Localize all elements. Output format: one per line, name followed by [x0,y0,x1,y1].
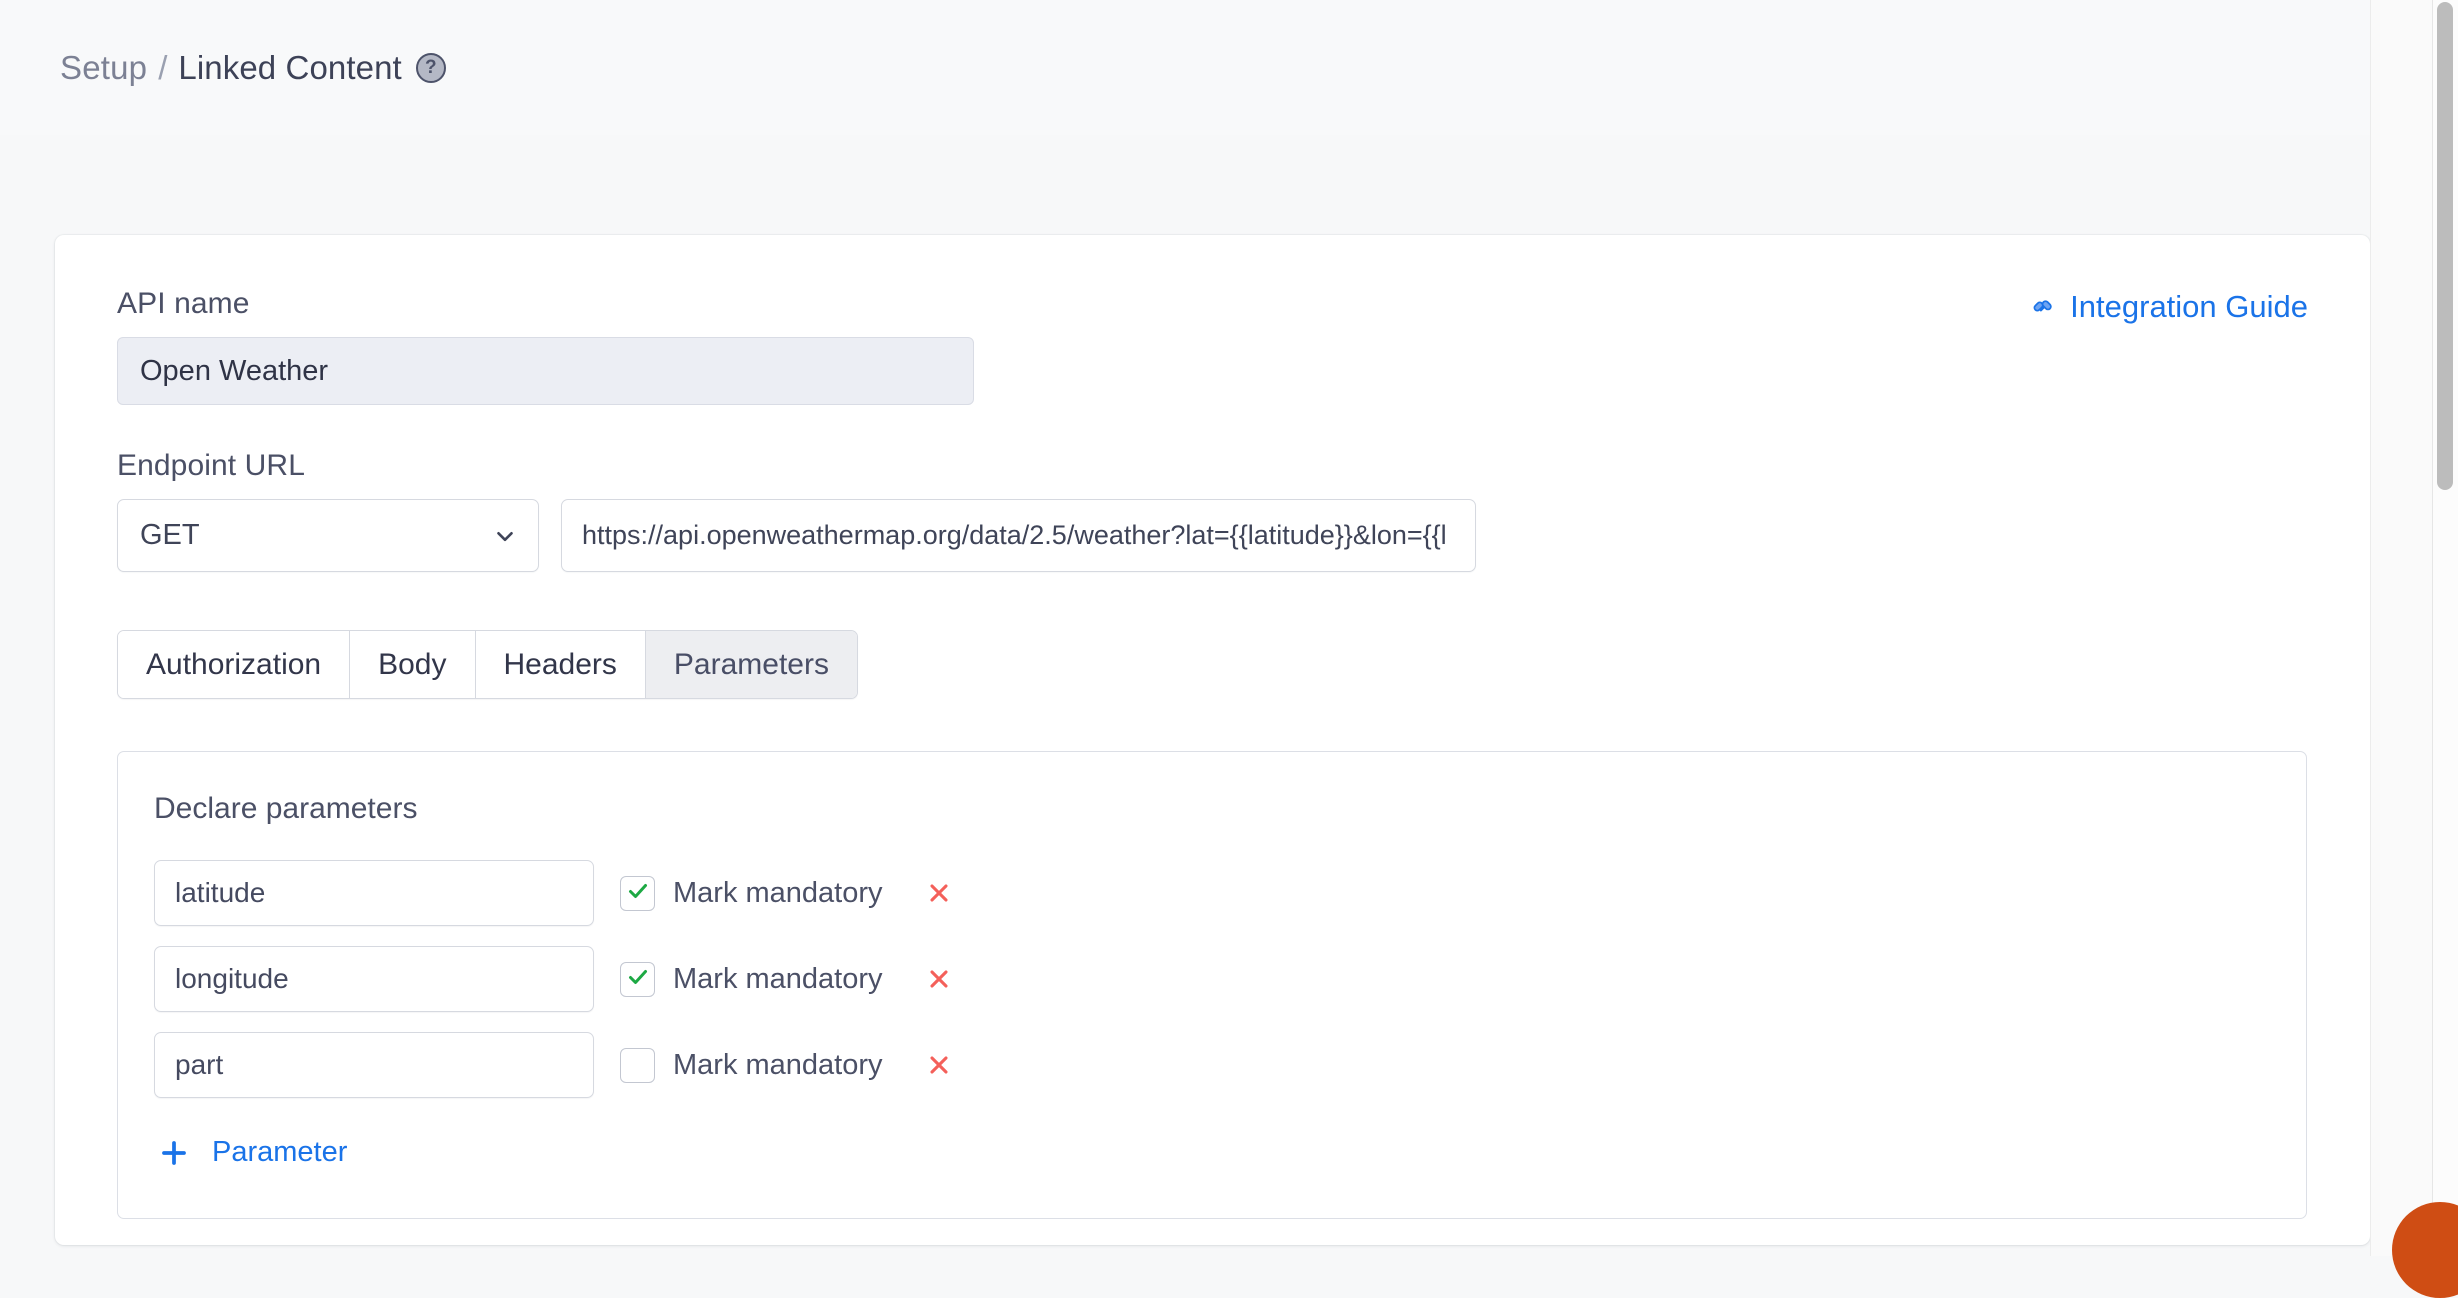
delete-parameter-button[interactable] [919,873,959,913]
mark-mandatory-label: Mark mandatory [673,1048,883,1081]
vertical-scrollbar[interactable] [2432,0,2458,1256]
breadcrumb-item-setup[interactable]: Setup [60,51,147,84]
plus-icon [158,1137,190,1169]
page-title: Linked Content [178,49,402,86]
parameter-name-input[interactable]: latitude [154,860,594,926]
breadcrumb: Setup / Linked Content ? [60,51,446,84]
mark-mandatory-checkbox[interactable] [620,875,655,911]
mark-mandatory-checkbox[interactable] [620,1047,655,1083]
mandatory-group: Mark mandatory [620,873,959,913]
request-config-tabs: Authorization Body Headers Parameters [117,630,858,699]
parameter-row: longitude Mark mandatory [154,946,2270,1012]
http-method-value: GET [140,519,200,551]
tab-headers[interactable]: Headers [475,631,646,698]
close-x-icon [929,970,948,988]
breadcrumb-separator: / [158,49,168,86]
api-name-input[interactable]: Open Weather [117,337,974,405]
delete-parameter-button[interactable] [919,1045,959,1085]
integration-guide-label: Integration Guide [2070,289,2308,324]
integration-guide-link[interactable]: Integration Guide [2029,289,2308,325]
help-icon[interactable]: ? [415,52,446,83]
mark-mandatory-label: Mark mandatory [673,962,883,995]
api-name-field-group: API name Open Weather [117,287,974,405]
endpoint-row: GET https://api.openweathermap.org/data/… [117,499,2308,572]
parameter-row: part Mark mandatory [154,1032,2270,1098]
parameter-row: latitude Mark mandatory [154,860,2270,926]
close-x-icon [929,884,948,902]
mandatory-group: Mark mandatory [620,959,959,999]
chevron-down-icon [492,523,518,549]
endpoint-url-label: Endpoint URL [117,449,305,482]
api-name-row: API name Open Weather Integration Guide [117,287,2308,405]
api-name-label: API name [117,287,250,320]
mark-mandatory-label: Mark mandatory [673,876,883,909]
http-method-select[interactable]: GET [117,499,539,572]
chain-link-icon [2029,292,2059,322]
tab-body[interactable]: Body [350,631,476,698]
parameter-name-input[interactable]: longitude [154,946,594,1012]
parameter-name-input[interactable]: part [154,1032,594,1098]
page-right-gutter [2370,0,2432,1256]
declare-parameters-panel: Declare parameters latitude Mark mandato… [117,751,2307,1219]
endpoint-section: Endpoint URL GET https://api.openweather… [117,449,2308,572]
tab-parameters[interactable]: Parameters [645,631,857,698]
linked-content-card: API name Open Weather Integration Guide … [55,235,2370,1245]
close-x-icon [929,1056,948,1074]
scrollbar-thumb[interactable] [2437,2,2453,490]
endpoint-url-input[interactable]: https://api.openweathermap.org/data/2.5/… [561,499,1476,572]
declare-parameters-title: Declare parameters [154,792,418,825]
mark-mandatory-checkbox[interactable] [620,961,655,997]
tab-authorization[interactable]: Authorization [118,631,351,698]
check-icon [626,879,650,908]
page-header: Setup / Linked Content ? [0,0,2370,135]
add-parameter-button[interactable]: Parameter [158,1136,347,1169]
delete-parameter-button[interactable] [919,959,959,999]
check-icon [626,965,650,994]
add-parameter-label: Parameter [212,1136,348,1168]
mandatory-group: Mark mandatory [620,1045,959,1085]
